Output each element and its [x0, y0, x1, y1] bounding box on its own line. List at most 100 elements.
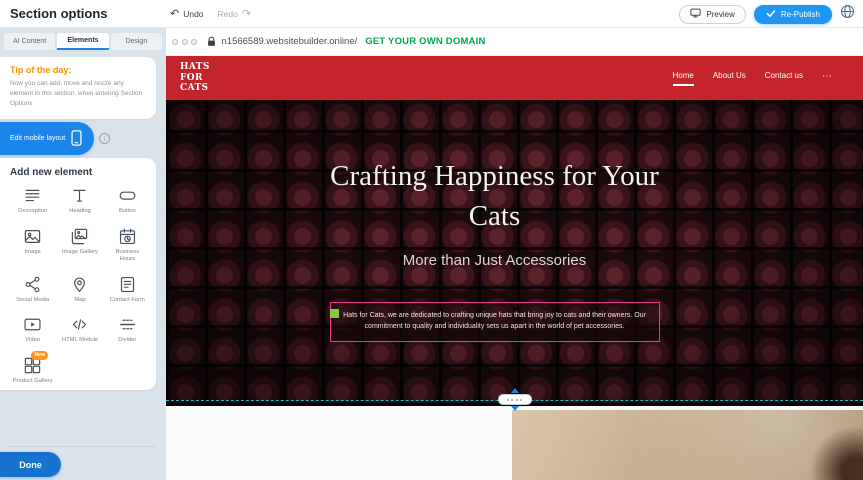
page-title: Section options: [10, 0, 108, 28]
drag-grip: [498, 394, 532, 405]
top-toolbar: Section options ↶ Undo Redo ↷ Preview Re…: [0, 0, 863, 28]
site-url: n1566589.websitebuilder.online/: [222, 36, 358, 47]
element-label: Business Hours: [107, 249, 147, 264]
tip-card: Tip of the day: Now you can add, move an…: [0, 57, 156, 119]
arrow-up-icon: [511, 388, 519, 393]
html-module-icon: [70, 315, 89, 334]
site-logo[interactable]: Hats for Cats: [180, 62, 232, 93]
map-icon: [70, 275, 89, 294]
window-dot: [172, 39, 178, 45]
element-item-button[interactable]: Button: [105, 186, 150, 216]
site-header: Hats for Cats Home About Us Contact us ⋯: [166, 56, 863, 100]
preview-button[interactable]: Preview: [679, 5, 745, 24]
element-label: Map: [74, 297, 85, 305]
element-item-image-gallery[interactable]: Image Gallery: [57, 227, 102, 264]
element-item-image[interactable]: Image: [10, 227, 55, 264]
window-dot: [182, 39, 188, 45]
edit-mobile-layout-button[interactable]: Edit mobile layout: [0, 122, 94, 155]
element-label: Video: [25, 337, 40, 345]
app: Section options ↶ Undo Redo ↷ Preview Re…: [0, 0, 863, 480]
sidebar: AI Content Elements Design Tip of the da…: [0, 28, 166, 480]
nav-home[interactable]: Home: [673, 71, 694, 86]
monitor-icon: [690, 8, 701, 20]
element-label: Social Media: [16, 297, 49, 305]
add-element-title: Add new element: [10, 167, 150, 178]
check-icon: [766, 9, 776, 20]
redo-button[interactable]: Redo ↷: [218, 9, 252, 20]
element-grid: Description Heading Button Image Image G…: [10, 186, 150, 385]
preview-label: Preview: [706, 10, 734, 19]
redo-label: Redo: [218, 9, 238, 19]
phone-icon: [71, 130, 82, 148]
sidebar-divider: [8, 446, 156, 447]
tab-ai-content[interactable]: AI Content: [4, 33, 55, 50]
new-badge: New: [31, 351, 48, 360]
element-item-business-hours[interactable]: Business Hours: [105, 227, 150, 264]
history-controls: ↶ Undo Redo ↷: [170, 0, 251, 28]
undo-label: Undo: [183, 9, 203, 19]
element-item-map[interactable]: Map: [57, 275, 102, 305]
hero-content: Crafting Happiness for Your Cats More th…: [166, 100, 823, 406]
element-label: Description: [18, 208, 47, 216]
hero-section: Crafting Happiness for Your Cats More th…: [166, 100, 863, 406]
button-icon: [118, 186, 137, 205]
done-button[interactable]: Done: [0, 452, 61, 477]
element-label: Image: [25, 249, 41, 257]
toolbar-right-group: Preview Re-Publish: [679, 0, 855, 28]
selection-handle[interactable]: [330, 309, 339, 318]
element-label: HTML Module: [62, 337, 98, 345]
info-icon: i: [104, 135, 106, 143]
contact-form-icon: [118, 275, 137, 294]
browser-chrome: n1566589.websitebuilder.online/ GET YOUR…: [166, 28, 863, 56]
element-label: Image Gallery: [62, 249, 98, 257]
image-icon: [23, 227, 42, 246]
arrow-down-icon: [511, 406, 519, 411]
republish-label: Re-Publish: [781, 10, 820, 19]
element-label: Divider: [118, 337, 136, 345]
redo-icon: ↷: [242, 9, 251, 20]
lock-icon: [207, 36, 216, 47]
element-item-description[interactable]: Description: [10, 186, 55, 216]
image-gallery-icon: [70, 227, 89, 246]
element-item-product-gallery[interactable]: New Product Gallery: [10, 356, 55, 386]
language-globe-button[interactable]: [840, 4, 855, 24]
sidebar-tabs: AI Content Elements Design: [4, 33, 162, 50]
nav-more-button[interactable]: ⋯: [822, 71, 833, 86]
element-item-divider[interactable]: Divider: [105, 315, 150, 345]
element-label: Product Gallery: [13, 378, 53, 386]
nav-contact-us[interactable]: Contact us: [765, 71, 803, 86]
nav-about-us[interactable]: About Us: [713, 71, 746, 86]
edit-mobile-label: Edit mobile layout: [10, 135, 65, 142]
element-label: Heading: [69, 208, 91, 216]
hero-text-box[interactable]: Hats for Cats, we are dedicated to craft…: [330, 302, 660, 342]
undo-icon: ↶: [170, 9, 179, 20]
republish-button[interactable]: Re-Publish: [754, 5, 832, 24]
tab-design[interactable]: Design: [111, 33, 162, 50]
element-item-html-module[interactable]: HTML Module: [57, 315, 102, 345]
hero-body-text: Hats for Cats, we are dedicated to craft…: [343, 312, 646, 330]
info-button[interactable]: i: [99, 133, 110, 144]
section-resize-handle[interactable]: [498, 388, 532, 411]
tab-elements[interactable]: Elements: [57, 33, 108, 50]
element-label: Button: [119, 208, 136, 216]
undo-button[interactable]: ↶ Undo: [170, 9, 204, 20]
element-item-video[interactable]: Video: [10, 315, 55, 345]
business-hours-icon: [118, 227, 137, 246]
divider-icon: [118, 315, 137, 334]
tip-title: Tip of the day:: [10, 65, 146, 75]
hero-heading: Crafting Happiness for Your Cats: [329, 156, 661, 236]
element-item-social-media[interactable]: Social Media: [10, 275, 55, 305]
next-section-image[interactable]: [512, 410, 863, 480]
element-item-heading[interactable]: Heading: [57, 186, 102, 216]
description-icon: [23, 186, 42, 205]
add-element-panel: Add new element Description Heading Butt…: [0, 158, 156, 390]
site-nav: Home About Us Contact us ⋯: [673, 71, 834, 86]
get-your-own-domain-link[interactable]: GET YOUR OWN DOMAIN: [365, 36, 485, 47]
video-icon: [23, 315, 42, 334]
window-dot: [191, 39, 197, 45]
element-item-contact-form[interactable]: Contact Form: [105, 275, 150, 305]
heading-icon: [70, 186, 89, 205]
globe-icon: [840, 4, 855, 24]
tip-body: Now you can add, move and resize any ele…: [10, 79, 146, 109]
hero-subheading: More than Just Accessories: [166, 252, 823, 269]
